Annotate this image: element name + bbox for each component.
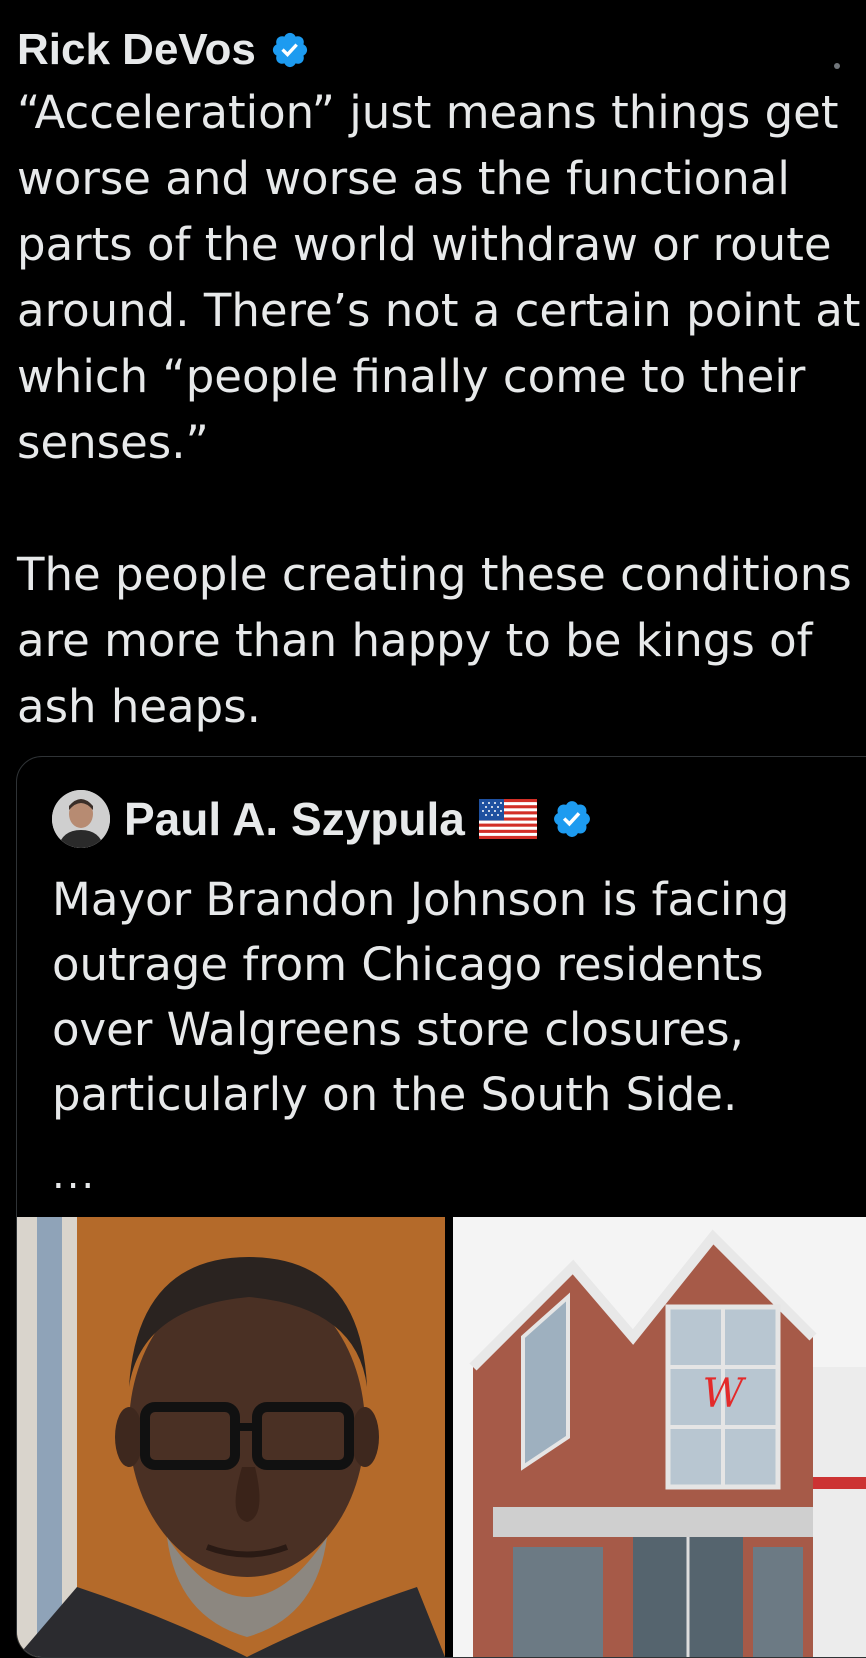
us-flag-icon xyxy=(478,799,537,839)
quoted-post-header: Paul A. Szypula xyxy=(52,789,593,849)
avatar[interactable] xyxy=(52,790,110,848)
quoted-post-text: Mayor Brandon Johnson is facing outrage … xyxy=(52,873,790,1121)
ellipsis: ... xyxy=(52,1152,97,1198)
verified-badge-icon xyxy=(270,30,310,70)
mayor-photo[interactable] xyxy=(17,1217,445,1657)
post-header: Rick DeVos xyxy=(17,24,310,76)
walgreens-store-photo[interactable]: W xyxy=(453,1217,866,1657)
more-dot-icon[interactable] xyxy=(834,63,840,69)
author-name[interactable]: Rick DeVos xyxy=(17,25,256,75)
post-text: “Acceleration” just means things get wor… xyxy=(17,86,861,733)
quoted-author-name[interactable]: Paul A. Szypula xyxy=(124,792,465,846)
verified-badge-icon xyxy=(551,798,593,840)
quoted-post-card[interactable]: Paul A. Szypula Mayor Brandon Johnson is… xyxy=(16,756,866,1658)
svg-text:W: W xyxy=(702,1371,746,1417)
